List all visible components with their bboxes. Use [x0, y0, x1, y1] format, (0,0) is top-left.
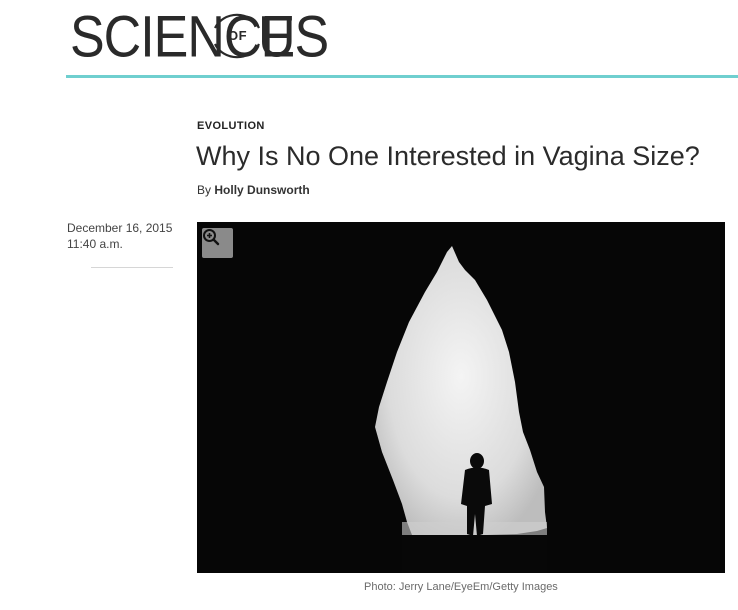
site-logo[interactable]: SCIENCE OF US — [70, 4, 329, 70]
author-link[interactable]: Holly Dunsworth — [214, 183, 309, 197]
publish-timestamp: December 16, 2015 11:40 a.m. — [67, 220, 172, 252]
cave-photo — [197, 222, 725, 573]
publish-time: 11:40 a.m. — [67, 237, 123, 251]
zoom-in-icon — [203, 229, 220, 246]
byline-prefix: By — [197, 183, 212, 197]
logo-of: OF — [228, 28, 248, 43]
publish-date: December 16, 2015 — [67, 221, 173, 235]
article-headline: Why Is No One Interested in Vagina Size? — [196, 141, 700, 171]
article-image[interactable] — [197, 222, 725, 573]
zoom-button[interactable] — [202, 228, 233, 258]
byline: By Holly Dunsworth — [197, 183, 310, 197]
logo-word-us: US — [258, 5, 329, 71]
image-caption: Photo: Jerry Lane/EyeEm/Getty Images — [364, 581, 558, 593]
date-divider — [91, 267, 173, 268]
section-label[interactable]: EVOLUTION — [197, 120, 265, 132]
header-divider — [66, 75, 738, 78]
